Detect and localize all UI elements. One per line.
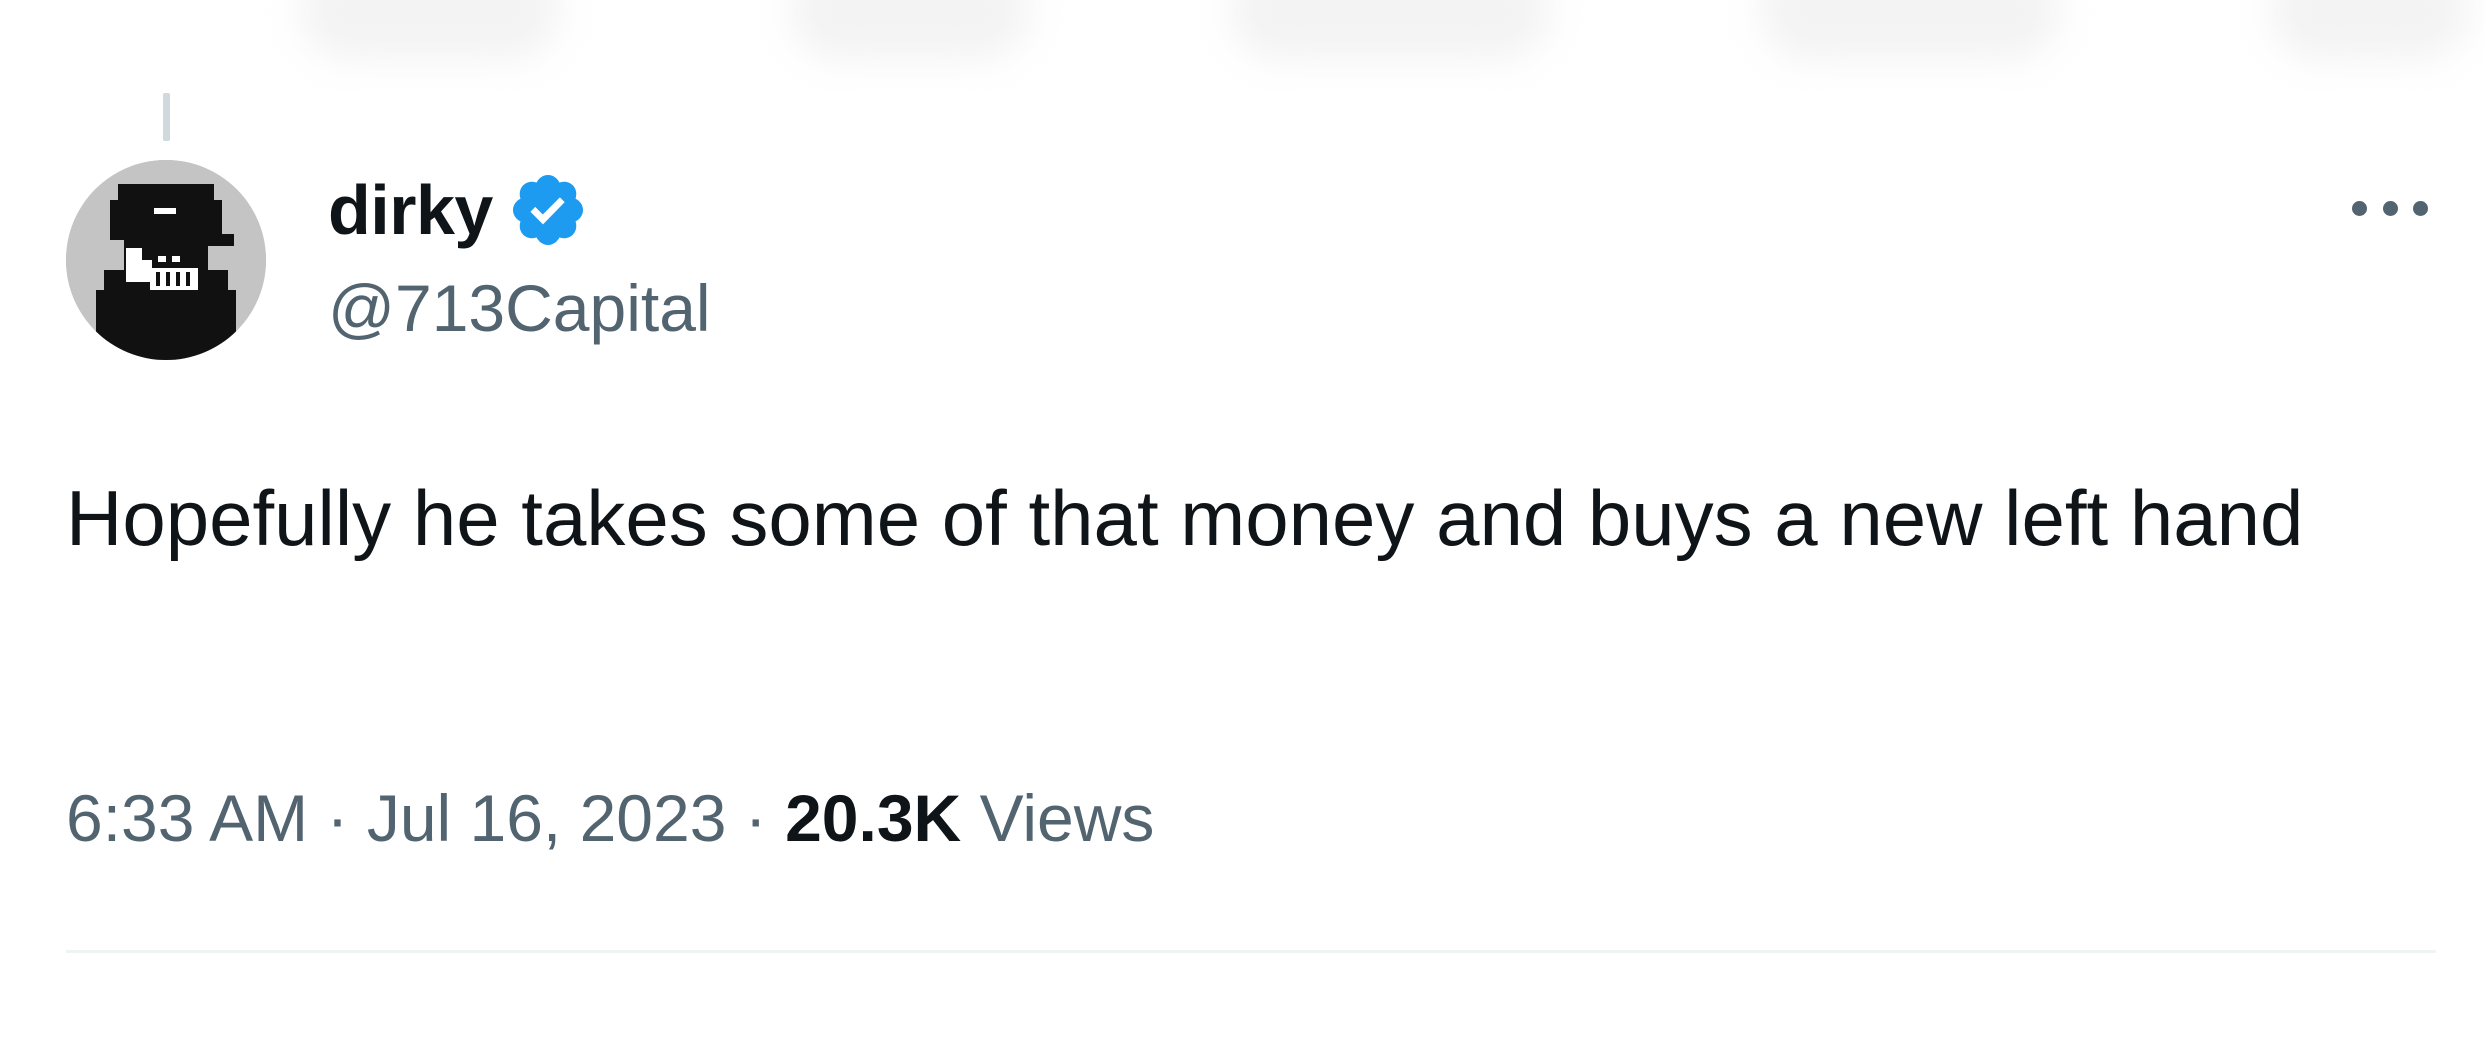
meta-separator: · xyxy=(308,781,367,855)
views-count[interactable]: 20.3K xyxy=(785,781,961,855)
meta-separator: · xyxy=(726,781,786,855)
tweet-text: Hopefully he takes some of that money an… xyxy=(66,474,2304,562)
more-horizontal-icon[interactable] xyxy=(2352,186,2428,230)
tweet-date[interactable]: Jul 16, 2023 xyxy=(367,781,727,855)
tweet-time[interactable]: 6:33 AM xyxy=(66,781,308,855)
author-handle[interactable]: @713Capital xyxy=(328,268,711,348)
tweet-metadata: 6:33 AM · Jul 16, 2023 · 20.3K Views xyxy=(66,768,1154,868)
previous-tweet-actions-blurred xyxy=(0,0,2484,90)
author-name-row: dirky xyxy=(328,168,589,252)
author-display-name[interactable]: dirky xyxy=(328,168,493,252)
avatar[interactable] xyxy=(66,160,266,360)
divider xyxy=(66,950,2436,953)
verified-badge-icon[interactable] xyxy=(507,169,589,251)
pixel-avatar-icon xyxy=(66,160,266,360)
views-label[interactable]: Views xyxy=(980,781,1155,855)
thread-connector-line xyxy=(163,93,170,141)
